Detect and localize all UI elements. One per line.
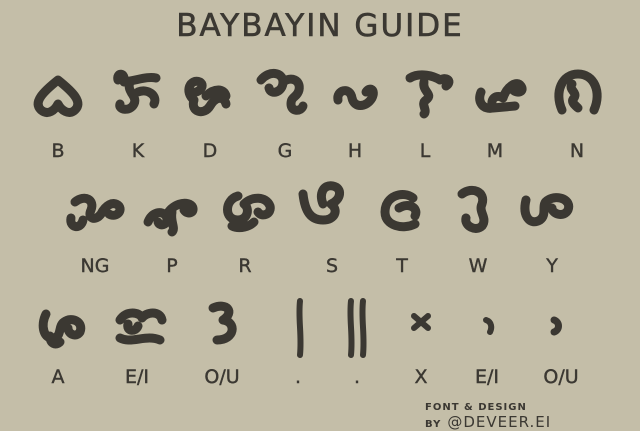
baybayin-da-icon — [184, 76, 231, 117]
label-a: A — [51, 366, 65, 388]
baybayin-ma-icon — [475, 79, 527, 113]
baybayin-sa-icon — [298, 181, 344, 225]
label-h: H — [347, 140, 363, 162]
label-n: N — [569, 140, 585, 162]
baybayin-ba-icon — [33, 75, 83, 117]
label-l: L — [419, 140, 431, 162]
label-period-single: . — [294, 366, 302, 388]
label-r: R — [238, 255, 252, 277]
label-o-u-kudlit: O/U — [543, 366, 579, 388]
baybayin-na-icon — [554, 69, 602, 115]
baybayin-ya-icon — [520, 193, 574, 227]
single-danda-icon — [296, 298, 304, 358]
baybayin-pa-icon — [143, 198, 198, 237]
virama-cross-icon — [411, 313, 431, 331]
baybayin-wa-icon — [457, 185, 489, 233]
baybayin-ka-icon — [113, 69, 161, 114]
label-ng: NG — [80, 255, 110, 277]
label-x: X — [414, 366, 428, 388]
baybayin-ta-icon — [380, 190, 421, 232]
baybayin-a-icon — [38, 309, 86, 349]
label-y: Y — [546, 255, 558, 277]
label-e-i: E/I — [124, 366, 149, 388]
label-b: B — [51, 140, 65, 162]
label-p: P — [166, 255, 178, 277]
baybayin-o-u-icon — [208, 301, 237, 345]
label-t: T — [396, 255, 408, 277]
label-g: G — [277, 140, 293, 162]
baybayin-nga-icon — [66, 193, 125, 231]
label-s: S — [325, 255, 339, 277]
label-w: W — [468, 255, 488, 277]
baybayin-la-icon — [405, 70, 454, 119]
label-e-i-kudlit: E/I — [474, 366, 499, 388]
page-title: BAYBAYIN GUIDE — [176, 8, 464, 45]
label-d: D — [202, 140, 218, 162]
label-period-double: . — [353, 366, 361, 388]
kudlit-below-icon — [550, 316, 562, 336]
kudlit-above-icon — [483, 317, 495, 335]
label-m: M — [486, 140, 504, 162]
baybayin-e-i-icon — [115, 308, 167, 345]
label-k: K — [131, 140, 145, 162]
credit-handle: @DEVEER.EI — [447, 413, 552, 431]
double-danda-icon — [347, 298, 367, 358]
baybayin-ha-icon — [333, 84, 378, 110]
baybayin-ga-icon — [256, 69, 308, 115]
baybayin-ra-icon — [223, 191, 275, 233]
label-o-u: O/U — [204, 366, 240, 388]
